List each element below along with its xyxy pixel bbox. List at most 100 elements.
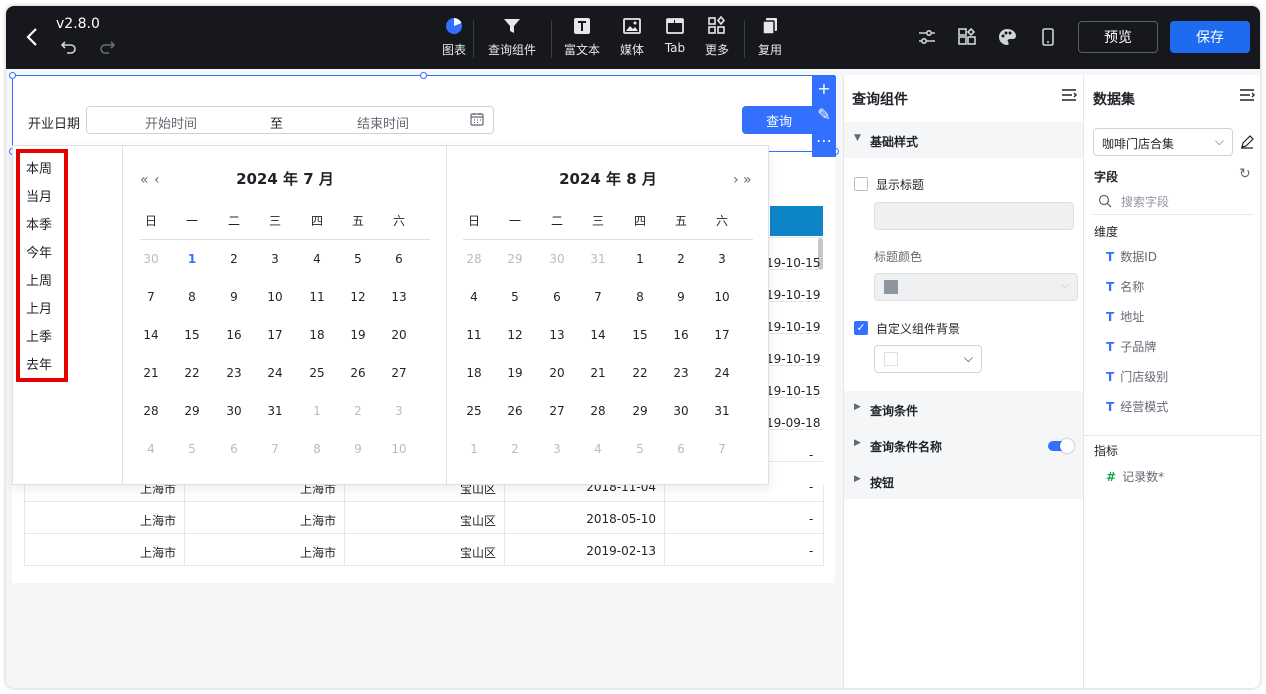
calendar-day[interactable]: 24	[260, 366, 290, 380]
tool-tab[interactable]: Tab	[655, 16, 695, 55]
shortcut-last-month[interactable]: 上月	[26, 298, 52, 317]
calendar-day[interactable]: 25	[302, 366, 332, 380]
dataset-select[interactable]: 咖啡门店合集 ⌵	[1093, 128, 1233, 156]
calendar-day[interactable]: 13	[542, 328, 572, 342]
date-range-input[interactable]: 开始时间 至 结束时间	[86, 106, 494, 134]
calendar-day[interactable]: 1	[177, 252, 207, 266]
condition-name-toggle[interactable]	[1048, 439, 1074, 453]
dimension-field[interactable]: T 名称	[1106, 278, 1144, 295]
calendar-day[interactable]: 14	[136, 328, 166, 342]
shortcut-last-quarter[interactable]: 上季	[26, 326, 52, 345]
calendar-day[interactable]: 17	[260, 328, 290, 342]
end-date-placeholder[interactable]: 结束时间	[357, 113, 409, 132]
mobile-device-icon[interactable]	[1038, 27, 1058, 47]
start-date-placeholder[interactable]: 开始时间	[145, 113, 197, 132]
calendar-day[interactable]: 6	[384, 252, 414, 266]
section-basic-style[interactable]: ▼ 基础样式	[844, 122, 1084, 158]
calendar-day[interactable]: 11	[302, 290, 332, 304]
calendar-day[interactable]: 3	[707, 252, 737, 266]
calendar-day[interactable]: 21	[136, 366, 166, 380]
dimension-field[interactable]: T 门店级别	[1106, 368, 1168, 385]
calendar-day[interactable]: 25	[459, 404, 489, 418]
calendar-day[interactable]: 29	[625, 404, 655, 418]
calendar-day[interactable]: 22	[177, 366, 207, 380]
calendar-day[interactable]: 16	[219, 328, 249, 342]
calendar-day[interactable]: 24	[707, 366, 737, 380]
more-dots-icon[interactable]: ⋯	[812, 128, 836, 154]
calendar-day[interactable]: 2	[666, 252, 696, 266]
tool-media[interactable]: 媒体	[612, 16, 652, 58]
dimension-field[interactable]: T 地址	[1106, 308, 1144, 325]
calendar-day[interactable]: 29	[177, 404, 207, 418]
dimension-field[interactable]: T 子品牌	[1106, 338, 1156, 355]
calendar-day[interactable]: 8	[625, 290, 655, 304]
calendar-day[interactable]: 28	[583, 404, 613, 418]
calendar-day[interactable]: 13	[384, 290, 414, 304]
calendar-day[interactable]: 28	[136, 404, 166, 418]
shortcut-last-week[interactable]: 上周	[26, 270, 52, 289]
calendar-day[interactable]: 20	[542, 366, 572, 380]
resize-handle[interactable]	[9, 72, 16, 79]
shortcut-this-week[interactable]: 本周	[26, 158, 52, 177]
calendar-day[interactable]: 12	[500, 328, 530, 342]
calendar-day[interactable]: 18	[459, 366, 489, 380]
calendar-day[interactable]: 2	[219, 252, 249, 266]
dimension-field[interactable]: T 经营模式	[1106, 398, 1168, 415]
redo-icon[interactable]	[98, 39, 116, 59]
calendar-day[interactable]: 9	[666, 290, 696, 304]
calendar-day[interactable]: 5	[343, 252, 373, 266]
query-button[interactable]: 查询	[742, 106, 816, 134]
calendar-day[interactable]: 9	[219, 290, 249, 304]
calendar-day[interactable]: 1	[625, 252, 655, 266]
section-button[interactable]: ▶ 按钮	[844, 463, 1084, 499]
save-button[interactable]: 保存	[1170, 21, 1250, 53]
back-arrow-icon[interactable]	[22, 24, 44, 50]
calendar-day[interactable]: 17	[707, 328, 737, 342]
calendar-day[interactable]: 7	[583, 290, 613, 304]
shortcut-this-month[interactable]: 当月	[26, 186, 52, 205]
calendar-day[interactable]: 15	[625, 328, 655, 342]
calendar-day[interactable]: 14	[583, 328, 613, 342]
add-icon[interactable]: +	[812, 76, 836, 102]
tool-chart[interactable]: 图表	[434, 16, 474, 58]
calendar-day[interactable]: 16	[666, 328, 696, 342]
calendar-day[interactable]: 23	[219, 366, 249, 380]
calendar-day[interactable]: 6	[542, 290, 572, 304]
calendar-day[interactable]: 8	[177, 290, 207, 304]
calendar-day[interactable]: 12	[343, 290, 373, 304]
calendar-day[interactable]: 18	[302, 328, 332, 342]
edit-dataset-icon[interactable]	[1240, 134, 1254, 153]
shortcut-last-year[interactable]: 去年	[26, 354, 52, 373]
calendar-day[interactable]: 27	[542, 404, 572, 418]
collapse-panel-icon[interactable]	[1239, 87, 1255, 101]
calendar-day[interactable]: 30	[219, 404, 249, 418]
calendar-day[interactable]: 30	[666, 404, 696, 418]
refresh-icon[interactable]: ↻	[1239, 166, 1251, 182]
tool-more[interactable]: 更多	[697, 15, 737, 58]
calendar-day[interactable]: 4	[302, 252, 332, 266]
next-month-icon[interactable]: ›	[733, 172, 739, 188]
calendar-day[interactable]: 20	[384, 328, 414, 342]
calendar-day[interactable]: 7	[136, 290, 166, 304]
collapse-panel-icon[interactable]	[1061, 87, 1077, 101]
edit-pencil-icon[interactable]: ✎	[812, 102, 836, 128]
calendar-day[interactable]: 21	[583, 366, 613, 380]
layout-grid-icon[interactable]	[957, 27, 977, 47]
next-year-icon[interactable]: »	[743, 172, 752, 188]
tool-rich-text[interactable]: 富文本	[562, 16, 602, 58]
calendar-day[interactable]: 10	[707, 290, 737, 304]
show-title-checkbox[interactable]	[854, 177, 868, 191]
undo-icon[interactable]	[60, 39, 78, 59]
calendar-day[interactable]: 3	[260, 252, 290, 266]
calendar-day[interactable]: 26	[500, 404, 530, 418]
calendar-day[interactable]: 31	[260, 404, 290, 418]
calendar-day[interactable]: 19	[500, 366, 530, 380]
calendar-day[interactable]: 27	[384, 366, 414, 380]
section-query-conditions[interactable]: ▶ 查询条件	[844, 391, 1084, 427]
calendar-day[interactable]: 15	[177, 328, 207, 342]
resize-handle[interactable]	[420, 72, 427, 79]
calendar-day[interactable]: 10	[260, 290, 290, 304]
tool-query-component[interactable]: 查询组件	[485, 16, 539, 58]
shortcut-this-year[interactable]: 今年	[26, 242, 52, 261]
tool-reuse[interactable]: 复用	[750, 16, 790, 58]
